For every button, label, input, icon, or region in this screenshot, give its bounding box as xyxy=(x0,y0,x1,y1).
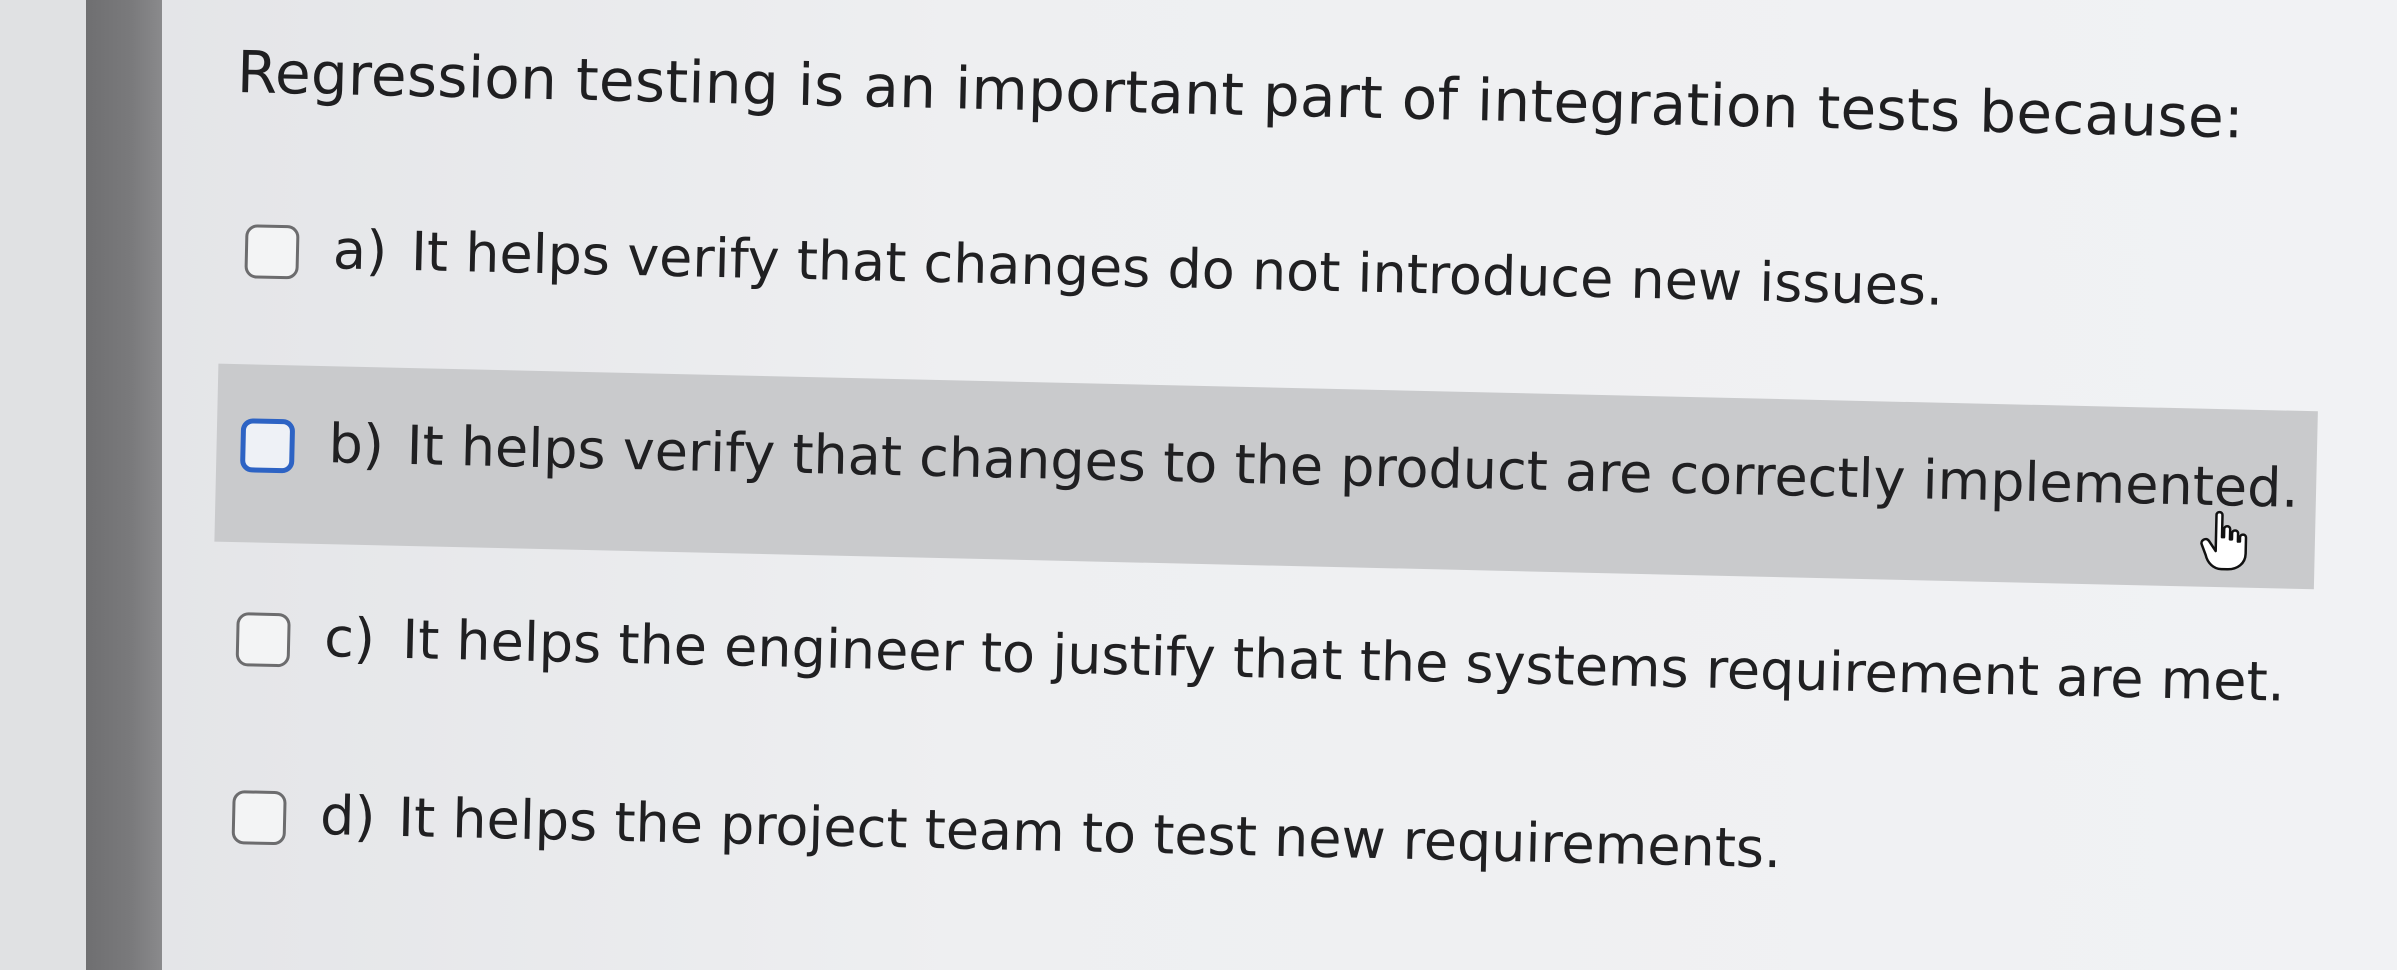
option-text: It helps verify that changes do not intr… xyxy=(410,219,1944,318)
left-sidebar-bar xyxy=(86,0,162,970)
option-text: It helps the project team to test new re… xyxy=(397,785,1782,881)
checkbox-icon[interactable] xyxy=(239,418,296,474)
option-letter: b) xyxy=(327,412,385,477)
option-text: It helps verify that changes to the prod… xyxy=(405,413,2300,520)
option-b[interactable]: b) It helps verify that changes to the p… xyxy=(214,363,2318,590)
option-letter: d) xyxy=(319,784,377,849)
hand-pointer-icon xyxy=(2200,510,2248,571)
checkbox-icon[interactable] xyxy=(244,224,300,280)
option-letter: c) xyxy=(323,606,376,671)
checkbox-icon[interactable] xyxy=(231,790,287,846)
quiz-page: Regression testing is an important part … xyxy=(0,0,2397,970)
page-left-margin xyxy=(0,0,86,970)
question-container: Regression testing is an important part … xyxy=(214,30,2337,970)
question-text: Regression testing is an important part … xyxy=(236,37,2245,152)
option-a[interactable]: a) It helps verify that changes do not i… xyxy=(219,170,2322,396)
option-letter: a) xyxy=(332,218,388,283)
checkbox-icon[interactable] xyxy=(235,612,291,668)
option-text: It helps the engineer to justify that th… xyxy=(401,607,2286,714)
